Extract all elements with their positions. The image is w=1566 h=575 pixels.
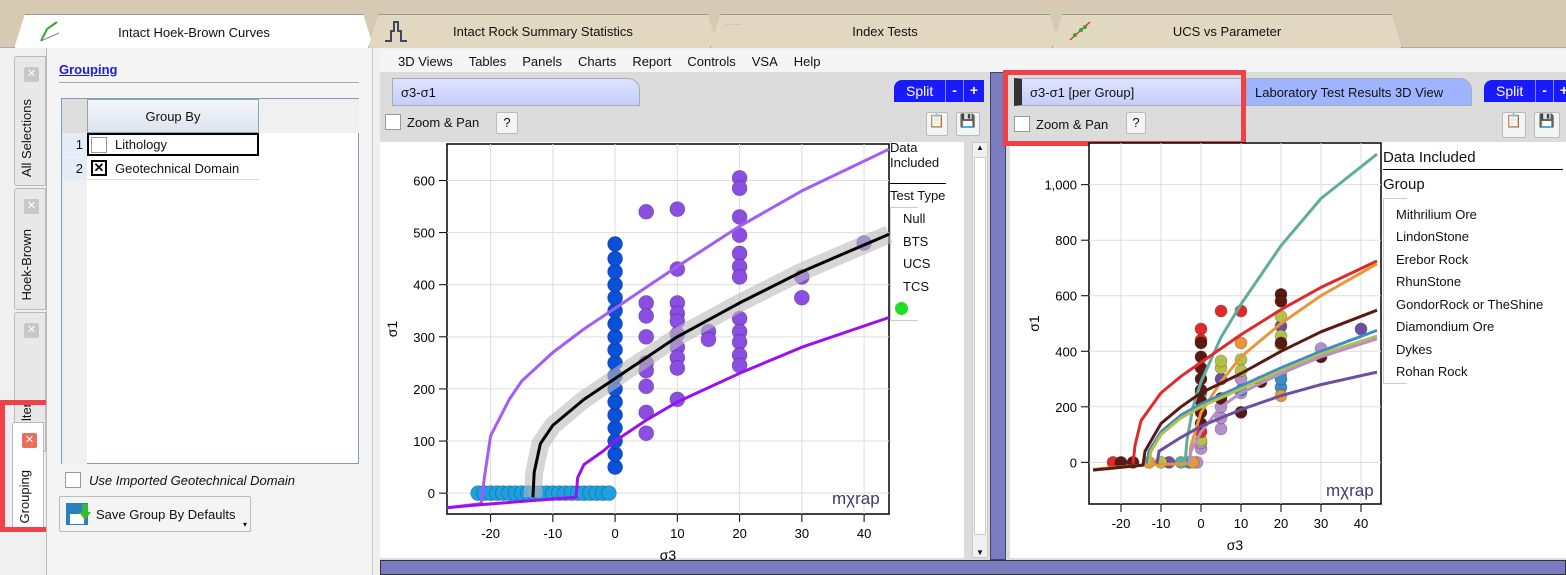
y-axis-label: σ1 bbox=[384, 321, 400, 338]
legend-entry[interactable]: RhunStone bbox=[1384, 271, 1461, 294]
x-tick-label: 30 bbox=[1314, 516, 1328, 531]
data-point bbox=[731, 180, 748, 197]
legend-entry[interactable]: BTS bbox=[891, 230, 928, 253]
data-point bbox=[731, 268, 748, 285]
data-point bbox=[669, 201, 686, 218]
y-tick-label: 1,000 bbox=[1044, 178, 1077, 193]
legend-entry[interactable]: Null bbox=[891, 208, 925, 231]
x-tick-label: 10 bbox=[670, 526, 684, 541]
x-tick-label: 0 bbox=[611, 526, 618, 541]
x-tick-label: -20 bbox=[481, 526, 500, 541]
data-point bbox=[638, 425, 655, 442]
legend-entry[interactable]: Diamondium Ore bbox=[1384, 316, 1494, 339]
y-tick-label: 200 bbox=[1055, 400, 1077, 415]
x-tick-label: 40 bbox=[1354, 516, 1368, 531]
data-point bbox=[638, 378, 655, 395]
legend-label: RhunStone bbox=[1396, 274, 1462, 290]
legend-label: TCS bbox=[903, 278, 929, 294]
data-point bbox=[793, 289, 810, 306]
legend-entries: Mithrilium Ore LindonStone Erebor Rock Rhun… bbox=[1383, 198, 1543, 384]
legend-entry[interactable]: UCS bbox=[891, 253, 930, 276]
data-point bbox=[1194, 336, 1208, 350]
legend-subtitle: Test Type bbox=[890, 187, 946, 203]
legend-swatch bbox=[895, 302, 908, 316]
y-tick-label: 600 bbox=[413, 173, 435, 188]
legend-entries: Null BTS UCS TCS bbox=[890, 206, 930, 321]
data-point bbox=[638, 203, 655, 220]
y-tick-label: 300 bbox=[413, 330, 435, 345]
y-tick-label: 400 bbox=[1055, 344, 1077, 359]
x-tick-label: -10 bbox=[543, 526, 562, 541]
y-tick-label: 0 bbox=[428, 486, 435, 501]
legend-label: LindonStone bbox=[1396, 229, 1470, 245]
y-tick-label: 0 bbox=[1070, 455, 1077, 470]
legend-title: Data Included bbox=[1383, 146, 1563, 170]
legend-label: BTS bbox=[903, 233, 929, 249]
y-tick-label: 600 bbox=[1055, 289, 1077, 304]
legend-group: Data Included Group Mithrilium Ore Lindon… bbox=[1383, 146, 1563, 384]
legend-label: UCS bbox=[903, 256, 931, 272]
mxrap-watermark: mχrap bbox=[1326, 481, 1374, 500]
x-tick-label: -10 bbox=[1152, 516, 1171, 531]
plot-area bbox=[446, 143, 890, 515]
legend-label: Dykes bbox=[1396, 341, 1433, 357]
legend-entry[interactable]: Dykes bbox=[1384, 338, 1432, 361]
y-axis-label: σ1 bbox=[1026, 315, 1042, 332]
x-tick-label: 30 bbox=[795, 526, 809, 541]
legend-label: Mithrilium Ore bbox=[1396, 206, 1477, 222]
x-axis-label: σ3 bbox=[660, 547, 677, 563]
data-point bbox=[1194, 322, 1208, 336]
legend-label: Erebor Rock bbox=[1396, 251, 1469, 267]
legend-subtitle: Group bbox=[1383, 175, 1425, 193]
x-axis-label: σ3 bbox=[1227, 537, 1244, 553]
data-point bbox=[1274, 336, 1288, 350]
data-point bbox=[1214, 422, 1228, 436]
legend-label: Rohan Rock bbox=[1396, 364, 1468, 380]
data-point bbox=[1214, 304, 1228, 318]
legend-title: Data Included bbox=[890, 140, 940, 170]
x-tick-label: 20 bbox=[732, 526, 746, 541]
legend-test-type: Data Included Test Type Null BTS UCS TCS bbox=[890, 140, 946, 321]
legend-entry[interactable] bbox=[891, 298, 918, 321]
legend-entry[interactable]: Mithrilium Ore bbox=[1384, 203, 1477, 226]
data-point bbox=[669, 360, 686, 376]
x-tick-label: 0 bbox=[1197, 516, 1204, 531]
mxrap-watermark: mχrap bbox=[832, 489, 880, 508]
y-tick-label: 100 bbox=[413, 434, 435, 449]
data-point bbox=[1214, 354, 1228, 368]
legend-entry[interactable]: GondorRock or TheShine bbox=[1384, 293, 1543, 316]
legend-label: Null bbox=[903, 211, 926, 227]
data-point bbox=[607, 236, 623, 252]
legend-entry[interactable]: TCS bbox=[891, 275, 929, 298]
data-point bbox=[700, 331, 717, 348]
legend-label: GondorRock or TheShine bbox=[1396, 296, 1544, 312]
x-tick-label: 40 bbox=[857, 526, 871, 541]
data-point bbox=[638, 308, 655, 324]
legend-entry[interactable]: Rohan Rock bbox=[1384, 361, 1468, 384]
data-point bbox=[638, 328, 655, 345]
x-tick-label: 20 bbox=[1274, 516, 1288, 531]
plot-area bbox=[1088, 142, 1382, 505]
legend-entry[interactable]: Erebor Rock bbox=[1384, 248, 1468, 271]
y-tick-label: 200 bbox=[413, 382, 435, 397]
legend-entry[interactable]: LindonStone bbox=[1384, 226, 1469, 249]
data-point bbox=[600, 485, 617, 502]
y-tick-label: 400 bbox=[413, 278, 435, 293]
data-point bbox=[607, 250, 623, 267]
data-point bbox=[1274, 294, 1288, 308]
x-tick-label: 10 bbox=[1234, 516, 1248, 531]
y-tick-label: 800 bbox=[1055, 233, 1077, 248]
x-tick-label: -20 bbox=[1112, 516, 1131, 531]
legend-label: Diamondium Ore bbox=[1396, 319, 1495, 335]
y-tick-label: 500 bbox=[413, 226, 435, 241]
